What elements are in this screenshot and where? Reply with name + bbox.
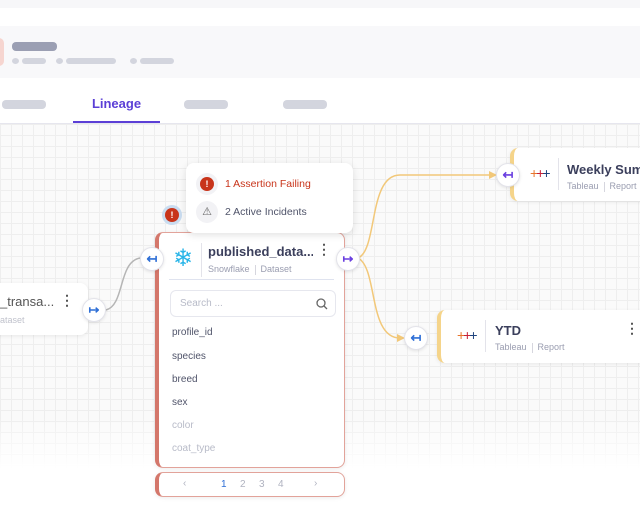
assertion-status[interactable]: 1 Assertion Failing xyxy=(225,178,311,190)
tableau-icon: +++ xyxy=(530,165,551,181)
field-item[interactable]: profile_id xyxy=(172,327,213,338)
downstream-edge-weekly xyxy=(357,174,492,259)
ytd-node[interactable]: +++ YTD Tableau Report ⋮ xyxy=(437,310,640,363)
more-icon[interactable]: ⋮ xyxy=(625,320,639,337)
field-item[interactable]: breed xyxy=(172,374,198,385)
more-icon[interactable]: ⋮ xyxy=(317,241,331,258)
node-subtitle: Tableau Report xyxy=(567,181,637,192)
expand-upstream-button[interactable]: ↤ xyxy=(140,247,164,271)
main-dataset-node[interactable]: ❄ published_data... Snowflake Dataset ⋮ S… xyxy=(155,232,345,468)
upstream-node[interactable]: _transa... ataset ⋮ xyxy=(0,283,88,335)
field-item[interactable]: species xyxy=(172,351,206,362)
node-title[interactable]: YTD xyxy=(495,323,521,338)
health-tooltip: ! 1 Assertion Failing ⚠ 2 Active Inciden… xyxy=(186,163,353,233)
page-1[interactable]: 1 xyxy=(221,479,227,490)
collapse-upstream-button[interactable]: ↤ xyxy=(496,163,520,187)
tableau-icon: +++ xyxy=(457,327,478,343)
field-item[interactable]: color xyxy=(172,420,194,431)
error-icon: ! xyxy=(200,177,214,191)
collapse-downstream-button[interactable]: ↦ xyxy=(336,247,360,271)
snowflake-icon: ❄ xyxy=(173,245,194,272)
prev-page-icon[interactable]: ‹ xyxy=(183,478,186,489)
expand-upstream-button[interactable]: ↤ xyxy=(404,326,428,350)
node-subtitle: Snowflake Dataset xyxy=(208,264,292,275)
warning-icon: ⚠ xyxy=(196,201,218,223)
incident-status[interactable]: 2 Active Incidents xyxy=(225,206,307,218)
health-badge[interactable]: ! xyxy=(162,205,182,225)
page-3[interactable]: 3 xyxy=(259,479,265,490)
node-title: _transa... xyxy=(0,294,55,309)
page-4[interactable]: 4 xyxy=(278,479,284,490)
error-icon: ! xyxy=(165,208,179,222)
node-title[interactable]: published_data... xyxy=(208,244,313,259)
more-icon[interactable]: ⋮ xyxy=(60,292,74,309)
node-subtitle: Tableau Report xyxy=(495,342,565,353)
upstream-edge xyxy=(105,257,141,311)
weekly-summary-node[interactable]: +++ Weekly Summ TableauReport xyxy=(510,148,640,201)
page-2[interactable]: 2 xyxy=(240,479,246,490)
node-subtitle: ataset xyxy=(0,315,25,325)
next-page-icon[interactable]: › xyxy=(314,478,317,489)
expand-downstream-button[interactable]: ↦ xyxy=(82,298,106,322)
field-search-input[interactable]: Search ... xyxy=(170,290,336,317)
search-icon xyxy=(316,298,328,310)
pagination: ‹ 1 2 3 4 › xyxy=(155,472,345,497)
field-item[interactable]: coat_type xyxy=(172,443,215,454)
field-item[interactable]: sex xyxy=(172,397,188,408)
node-title[interactable]: Weekly Summ xyxy=(567,162,640,177)
downstream-edge-ytd xyxy=(357,257,401,339)
